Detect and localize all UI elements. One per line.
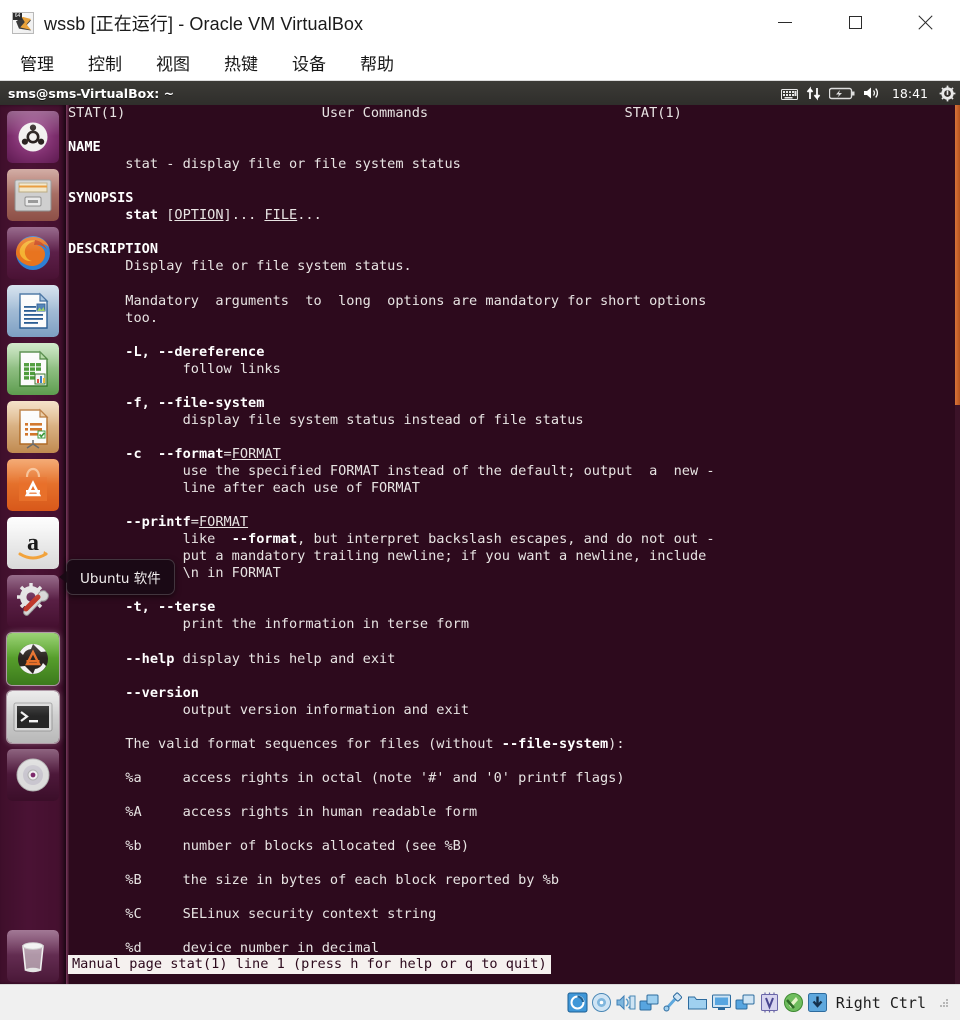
terminal-man-output: STAT(1) User Commands STAT(1) NAME stat … bbox=[68, 105, 715, 957]
mouse-integration-icon[interactable] bbox=[783, 992, 804, 1013]
menu-item-manage[interactable]: 管理 bbox=[6, 48, 68, 77]
virtualization-icon[interactable] bbox=[759, 992, 780, 1013]
virtualbox-vm-icon: 64 bbox=[12, 11, 34, 34]
terminal-scrollbar[interactable] bbox=[955, 105, 960, 984]
terminal-scrollbar-thumb[interactable] bbox=[955, 105, 960, 405]
shared-folders-icon[interactable] bbox=[687, 992, 708, 1013]
launcher-item-libreoffice-writer[interactable] bbox=[7, 285, 59, 337]
usb-icon[interactable] bbox=[663, 992, 684, 1013]
icon-badge: 64 bbox=[13, 12, 22, 20]
host-key-icon[interactable] bbox=[807, 992, 828, 1013]
terminal-window: STAT(1) User Commands STAT(1) NAME stat … bbox=[66, 105, 960, 984]
display-icon[interactable] bbox=[711, 992, 732, 1013]
menu-item-devices[interactable]: 设备 bbox=[278, 48, 340, 77]
recording-icon[interactable] bbox=[735, 992, 756, 1013]
menu-item-control[interactable]: 控制 bbox=[74, 48, 136, 77]
launcher-tooltip-label: Ubuntu 软件 bbox=[80, 571, 161, 587]
unity-panel-title: sms@sms-VirtualBox: ~ bbox=[8, 85, 175, 101]
audio-icon[interactable] bbox=[615, 992, 636, 1013]
launcher-item-amazon[interactable]: a bbox=[7, 517, 59, 569]
window-title: wssb [正在运行] - Oracle VM VirtualBox bbox=[44, 13, 364, 34]
launcher-item-ubuntu-software[interactable] bbox=[7, 459, 59, 511]
panel-clock[interactable]: 18:41 bbox=[889, 86, 931, 101]
hard-disk-icon[interactable] bbox=[567, 992, 588, 1013]
window-titlebar: 64 wssb [正在运行] - Oracle VM VirtualBox bbox=[0, 0, 960, 46]
launcher-item-libreoffice-impress[interactable] bbox=[7, 401, 59, 453]
launcher-item-disc-image[interactable] bbox=[7, 749, 59, 801]
resize-grip[interactable] bbox=[938, 997, 950, 1009]
menu-item-view[interactable]: 视图 bbox=[142, 48, 204, 77]
network-icon[interactable] bbox=[639, 992, 660, 1013]
menu-item-help[interactable]: 帮助 bbox=[346, 48, 408, 77]
guest-screen: sms@sms-VirtualBox: ~ 18:41 a STAT(1) Us… bbox=[0, 81, 960, 984]
menu-item-hotkey[interactable]: 热键 bbox=[210, 48, 272, 77]
session-gear-icon[interactable] bbox=[939, 81, 956, 105]
unity-launcher: a bbox=[0, 105, 67, 984]
optical-drive-icon[interactable] bbox=[591, 992, 612, 1013]
keyboard-indicator-icon[interactable] bbox=[780, 81, 798, 105]
launcher-item-software-updater[interactable] bbox=[7, 633, 59, 685]
unity-indicators: 18:41 bbox=[780, 81, 956, 105]
volume-indicator-icon[interactable] bbox=[863, 81, 881, 105]
launcher-item-files[interactable] bbox=[7, 169, 59, 221]
launcher-item-terminal[interactable] bbox=[7, 691, 59, 743]
window-controls bbox=[750, 0, 960, 45]
battery-indicator-icon[interactable] bbox=[828, 81, 855, 105]
launcher-tooltip: Ubuntu 软件 bbox=[59, 559, 175, 595]
close-button[interactable] bbox=[890, 0, 960, 45]
menubar: 管理 控制 视图 热键 设备 帮助 bbox=[0, 45, 960, 81]
svg-text:a: a bbox=[27, 530, 39, 556]
statusbar-icons bbox=[567, 992, 828, 1013]
host-key-label: Right Ctrl bbox=[835, 993, 926, 1012]
launcher-item-libreoffice-calc[interactable] bbox=[7, 343, 59, 395]
terminal-body[interactable]: STAT(1) User Commands STAT(1) NAME stat … bbox=[66, 105, 960, 984]
launcher-item-system-settings[interactable] bbox=[7, 575, 59, 627]
virtualbox-window: 64 wssb [正在运行] - Oracle VM VirtualBox 管理… bbox=[0, 0, 960, 1020]
network-indicator-icon[interactable] bbox=[806, 81, 821, 105]
maximize-button[interactable] bbox=[820, 0, 890, 45]
terminal-status-line: Manual page stat(1) line 1 (press h for … bbox=[68, 955, 551, 974]
launcher-item-ubuntu-dash[interactable] bbox=[7, 111, 59, 163]
unity-top-panel: sms@sms-VirtualBox: ~ 18:41 bbox=[0, 81, 960, 105]
launcher-item-firefox[interactable] bbox=[7, 227, 59, 279]
launcher-item-trash[interactable] bbox=[7, 930, 59, 982]
minimize-button[interactable] bbox=[750, 0, 820, 45]
vbox-statusbar: Right Ctrl bbox=[0, 984, 960, 1020]
